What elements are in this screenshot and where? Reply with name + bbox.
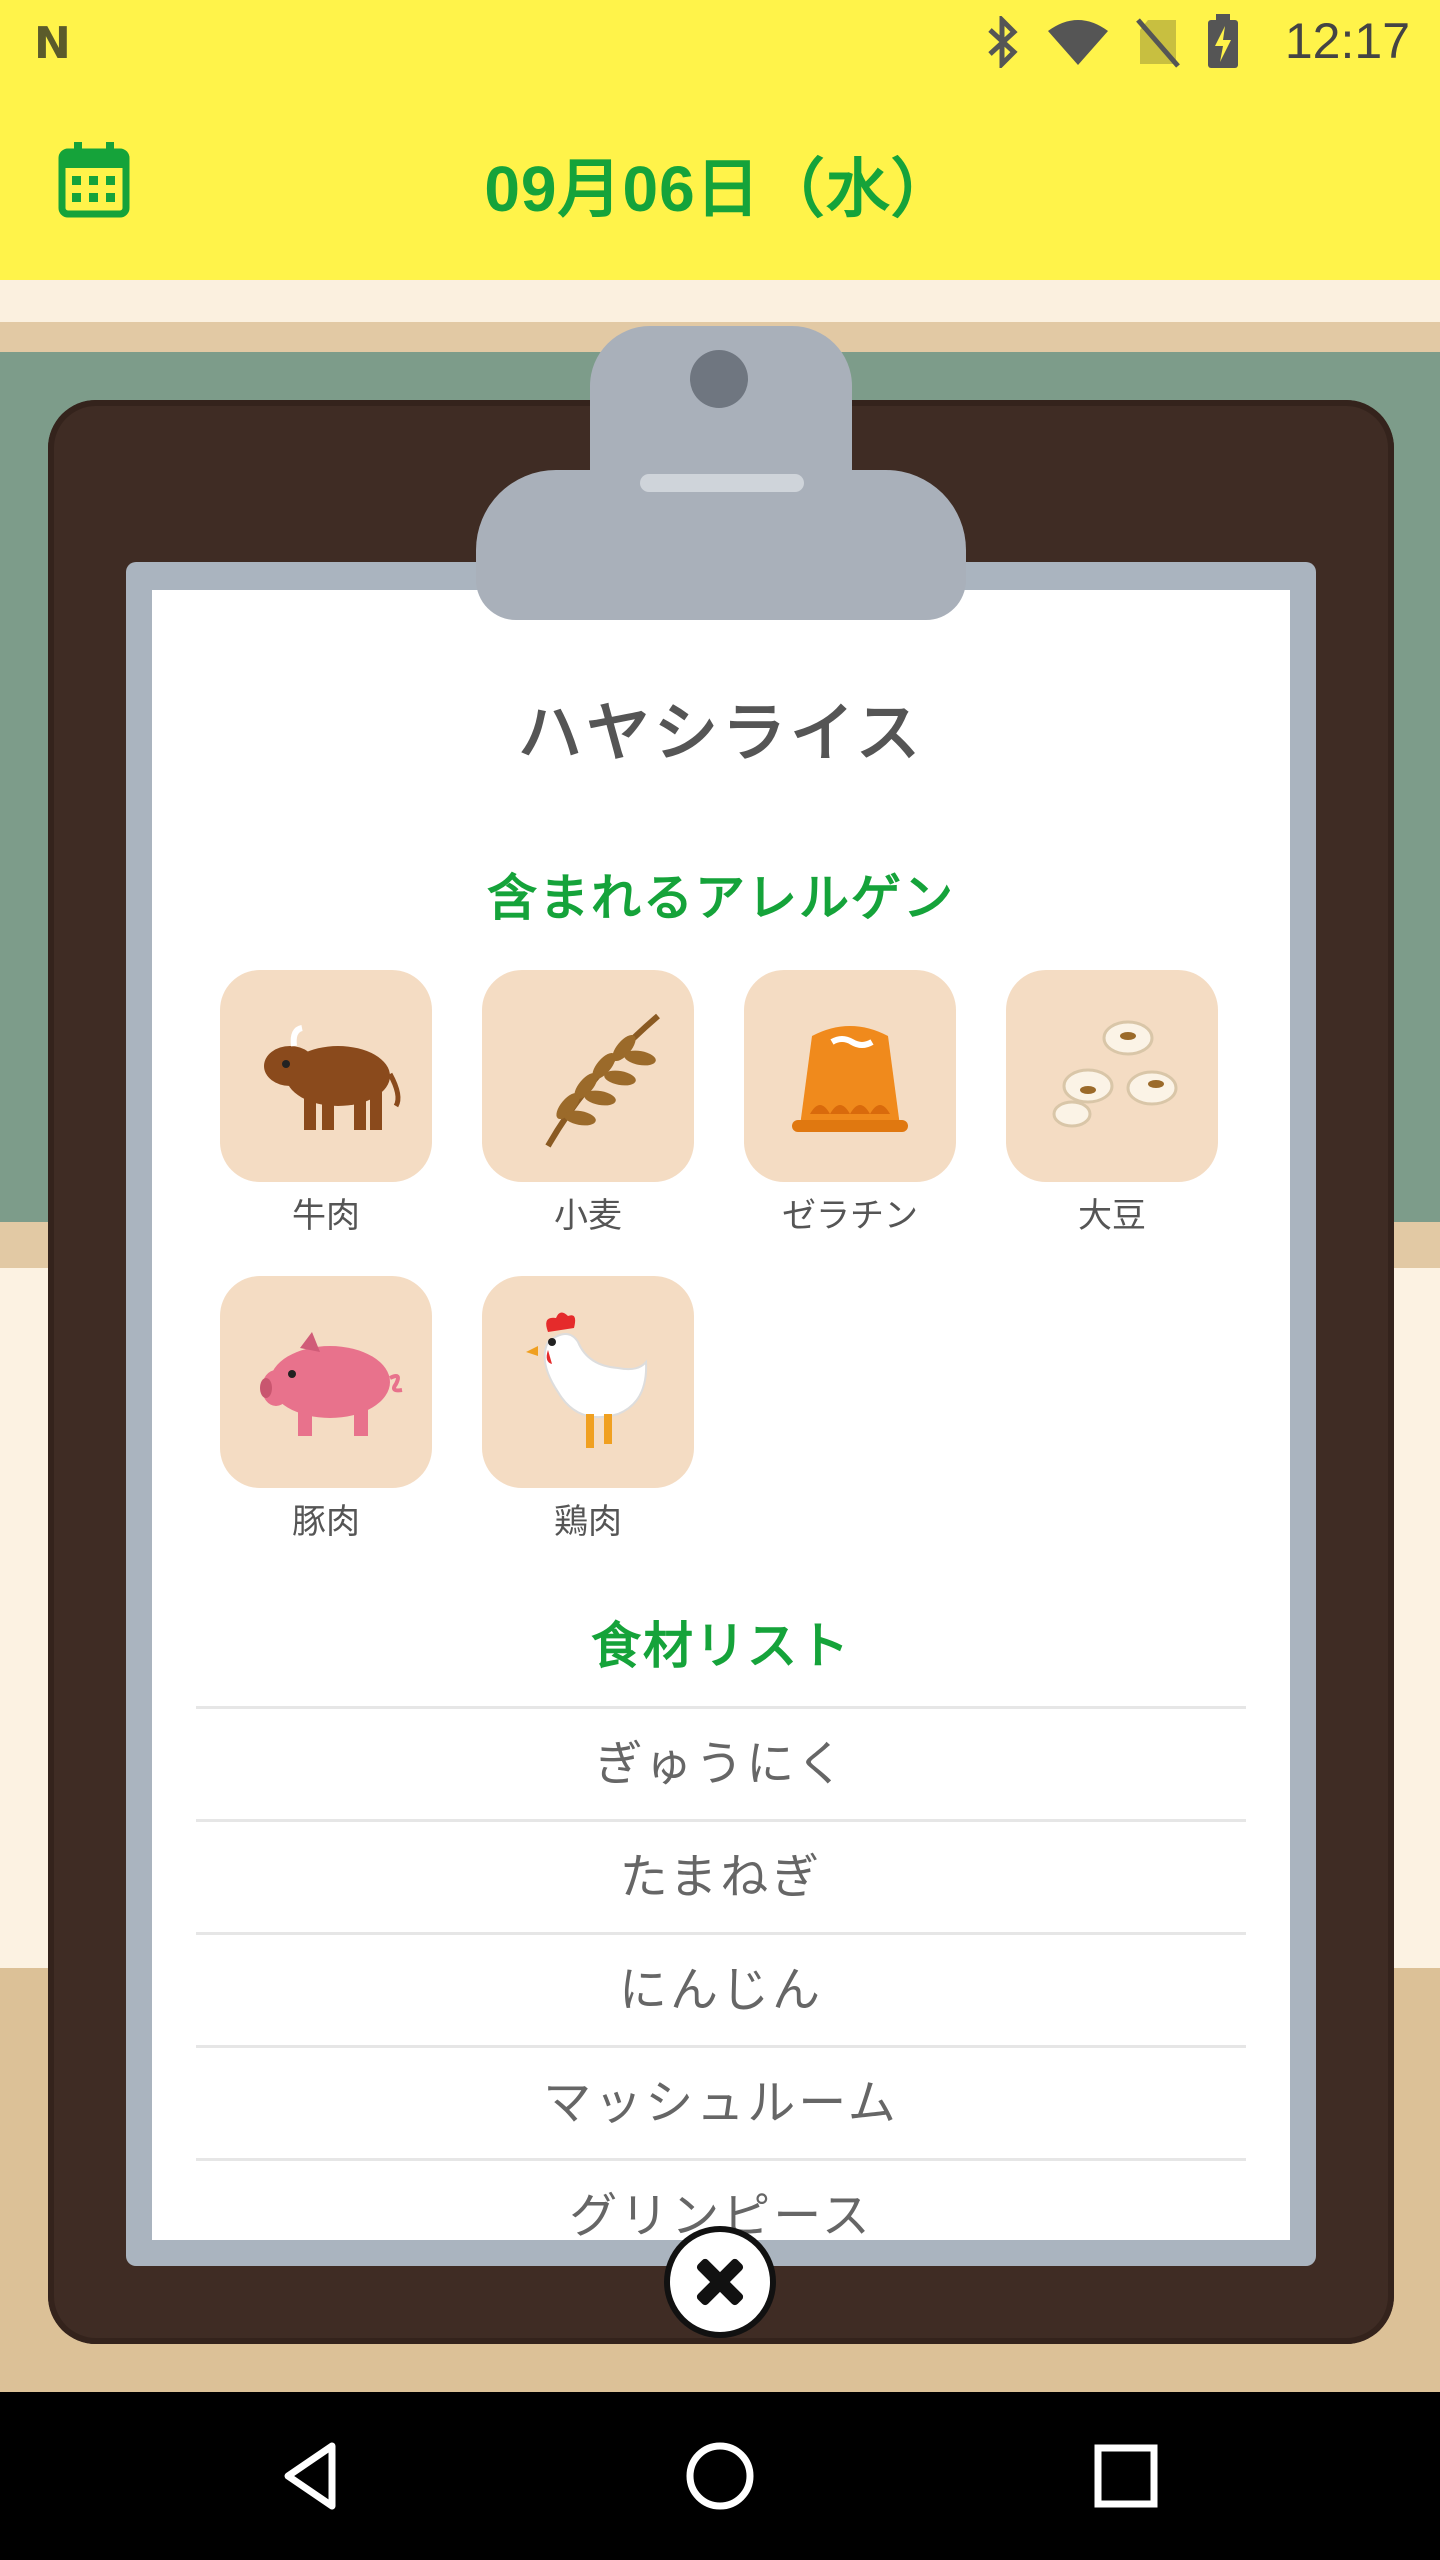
menu-sheet: ハヤシライス 含まれるアレルゲン 牛肉 小麦 ゼラチン 大豆 豚肉 鶏肉 食材リ… <box>152 590 1290 2240</box>
clip-hole <box>690 350 748 408</box>
cow-icon <box>264 1025 401 1130</box>
recents-icon[interactable] <box>1084 2434 1168 2518</box>
back-icon[interactable] <box>270 2434 354 2518</box>
allergen-label: 小麦 <box>554 1196 622 1236</box>
allergen-label: 豚肉 <box>292 1502 360 1542</box>
page-title: 09月06日（水） <box>484 153 956 225</box>
clip-band <box>640 474 804 492</box>
list-item: にんじん <box>196 1935 1246 2048</box>
allergen-soybean[interactable]: 大豆 <box>1006 970 1218 1237</box>
wheat-icon <box>545 1013 660 1148</box>
allergen-label: ゼラチン <box>782 1196 918 1236</box>
n-logo-icon: N <box>34 18 71 69</box>
close-button[interactable] <box>664 2226 776 2338</box>
ingredient-section-title: 食材リスト <box>591 1617 851 1675</box>
allergen-label: 牛肉 <box>292 1196 360 1236</box>
status-icons <box>986 14 1240 70</box>
allergen-wheat[interactable]: 小麦 <box>482 970 694 1237</box>
wifi-icon <box>1048 20 1108 65</box>
allergen-tile <box>482 970 694 1182</box>
list-item: マッシュルーム <box>196 2048 1246 2161</box>
jelly-icon <box>792 1026 908 1132</box>
allergen-pork[interactable]: 豚肉 <box>220 1276 432 1543</box>
home-icon[interactable] <box>678 2434 762 2518</box>
allergen-tile <box>1006 970 1218 1182</box>
allergen-tile <box>744 970 956 1182</box>
list-item: たまねぎ <box>196 1822 1246 1935</box>
dish-name: ハヤシライス <box>517 697 925 771</box>
pig-icon <box>260 1332 403 1436</box>
allergen-chicken[interactable]: 鶏肉 <box>482 1276 694 1543</box>
chicken-icon <box>526 1312 648 1448</box>
battery-charging-icon <box>1208 14 1238 68</box>
allergen-tile <box>220 970 432 1182</box>
allergen-gelatin[interactable]: ゼラチン <box>744 970 956 1237</box>
status-bar: N 12:17 <box>0 0 1440 84</box>
navigation-bar <box>0 2392 1440 2560</box>
list-item: ぎゅうにく <box>196 1709 1246 1822</box>
allergen-section-title: 含まれるアレルゲン <box>487 869 955 927</box>
allergen-beef[interactable]: 牛肉 <box>220 970 432 1237</box>
no-sim-icon <box>1136 18 1180 68</box>
app-header: 09月06日（水） <box>0 84 1440 280</box>
allergen-label: 大豆 <box>1078 1196 1146 1236</box>
status-time: 12:17 <box>1284 13 1410 69</box>
allergen-tile <box>220 1276 432 1488</box>
soybean-icon <box>1052 1020 1178 1128</box>
allergen-tile <box>482 1276 694 1488</box>
allergen-label: 鶏肉 <box>554 1502 622 1542</box>
bluetooth-icon <box>988 16 1018 68</box>
ingredient-list[interactable]: ぎゅうにく たまねぎ にんじん マッシュルーム グリンピース <box>196 1706 1246 2240</box>
